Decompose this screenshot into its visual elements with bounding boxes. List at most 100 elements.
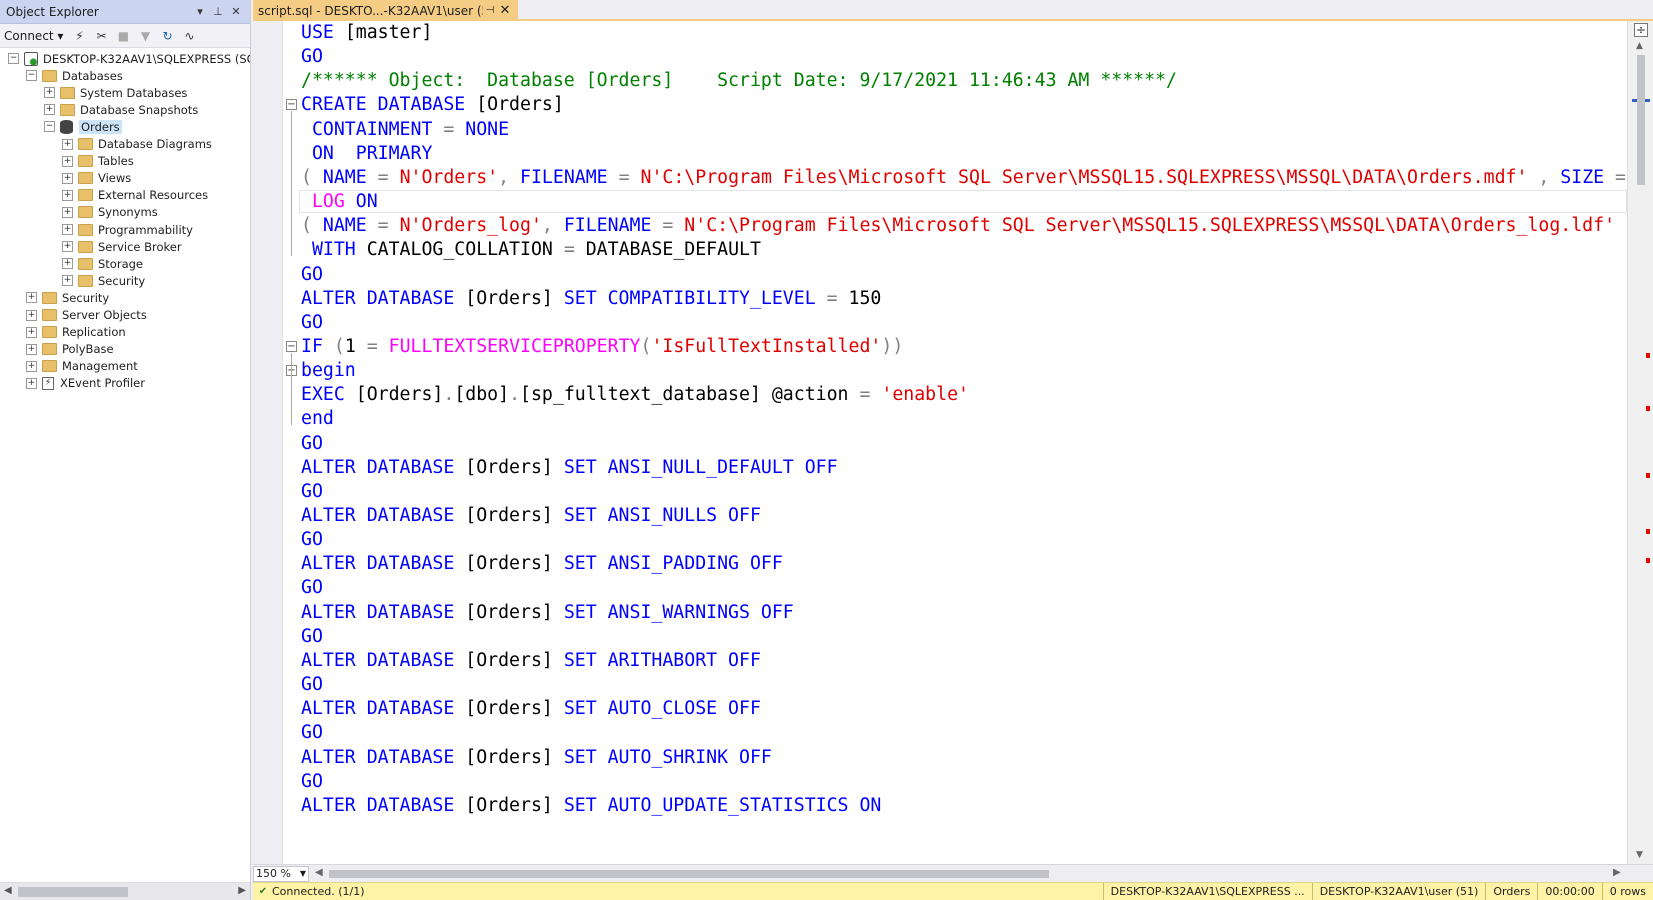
- connect-plug-icon[interactable]: ⚡: [71, 28, 87, 44]
- code-line[interactable]: GO: [301, 527, 323, 552]
- code-editor[interactable]: USE [master] GO/****** Object: Database […: [253, 21, 1627, 864]
- expand-icon[interactable]: +: [26, 309, 37, 321]
- collapse-region-icon[interactable]: −: [286, 99, 297, 111]
- code-line[interactable]: LOG ON: [301, 189, 378, 214]
- code-line[interactable]: ALTER DATABASE [Orders] SET AUTO_SHRINK …: [301, 745, 772, 770]
- hscroll-thumb[interactable]: [329, 870, 1049, 878]
- tree-node[interactable]: + Synonyms: [62, 204, 158, 221]
- expand-icon[interactable]: +: [62, 275, 73, 287]
- tree-node[interactable]: + System Databases: [44, 84, 187, 101]
- code-line[interactable]: GO: [301, 262, 323, 287]
- tree-node[interactable]: + External Resources: [62, 187, 208, 204]
- tree-node[interactable]: − Databases: [26, 67, 123, 84]
- tree-node[interactable]: + Tables: [62, 153, 134, 170]
- code-line[interactable]: GO: [301, 44, 323, 69]
- code-line[interactable]: ON PRIMARY: [301, 141, 432, 166]
- code-line[interactable]: ALTER DATABASE [Orders] SET AUTO_CLOSE O…: [301, 696, 761, 721]
- editor-vscrollbar[interactable]: ÷ ▲ ▼: [1627, 21, 1653, 864]
- collapse-icon[interactable]: −: [26, 70, 37, 82]
- expand-icon[interactable]: +: [62, 155, 73, 167]
- scroll-up-icon[interactable]: ▲: [1636, 41, 1643, 51]
- code-line[interactable]: CONTAINMENT = NONE: [301, 117, 509, 142]
- tree-node[interactable]: + PolyBase: [26, 341, 114, 358]
- expand-icon[interactable]: +: [44, 104, 55, 116]
- pin-icon[interactable]: ⊥: [210, 5, 226, 18]
- code-line[interactable]: GO: [301, 310, 323, 335]
- tree-node[interactable]: + Management: [26, 358, 138, 375]
- code-line[interactable]: CREATE DATABASE [Orders]: [301, 92, 564, 117]
- code-line[interactable]: USE [master]: [301, 21, 432, 45]
- tree-node[interactable]: + Views: [62, 170, 131, 187]
- tree-node[interactable]: + ⚡ XEvent Profiler: [26, 375, 145, 392]
- pin-icon[interactable]: ⊣: [483, 5, 497, 16]
- code-line[interactable]: /****** Object: Database [Orders] Script…: [301, 68, 1177, 93]
- tree-node[interactable]: + Database Snapshots: [44, 101, 198, 118]
- expand-icon[interactable]: +: [62, 189, 73, 201]
- expand-icon[interactable]: +: [62, 138, 73, 150]
- expand-icon[interactable]: +: [62, 172, 73, 184]
- object-explorer-hscrollbar[interactable]: ◀ ▶: [0, 882, 250, 900]
- tree-node[interactable]: + Database Diagrams: [62, 136, 212, 153]
- close-tab-icon[interactable]: ✕: [497, 3, 513, 18]
- tree-node[interactable]: + Programmability: [62, 221, 193, 238]
- dropdown-icon[interactable]: ▾: [192, 5, 208, 18]
- code-line[interactable]: ALTER DATABASE [Orders] SET ANSI_WARNING…: [301, 600, 794, 625]
- expand-icon[interactable]: +: [26, 292, 37, 304]
- code-line[interactable]: GO: [301, 769, 323, 794]
- code-line[interactable]: ALTER DATABASE [Orders] SET ARITHABORT O…: [301, 648, 761, 673]
- expand-icon[interactable]: +: [26, 343, 37, 355]
- disconnect-icon[interactable]: ✂: [93, 28, 109, 44]
- code-line[interactable]: GO: [301, 720, 323, 745]
- scroll-left-icon[interactable]: ◀: [315, 867, 323, 878]
- expand-icon[interactable]: +: [62, 258, 73, 270]
- expand-icon[interactable]: +: [26, 360, 37, 372]
- collapse-icon[interactable]: −: [8, 53, 19, 64]
- vscroll-thumb[interactable]: [1637, 55, 1645, 185]
- expand-icon[interactable]: +: [26, 377, 37, 389]
- tab-script-sql[interactable]: script.sql - DESKTO...-K32AAV1\user (51)…: [253, 0, 518, 21]
- tree-node[interactable]: + Security: [62, 272, 145, 289]
- scroll-right-icon[interactable]: ▶: [238, 885, 246, 896]
- stop-icon[interactable]: ■: [115, 28, 131, 44]
- expand-icon[interactable]: +: [62, 241, 73, 253]
- code-line[interactable]: ( NAME = N'Orders', FILENAME = N'C:\Prog…: [301, 165, 1627, 190]
- code-line[interactable]: GO: [301, 479, 323, 504]
- code-line[interactable]: ( NAME = N'Orders_log', FILENAME = N'C:\…: [301, 213, 1627, 238]
- code-lines[interactable]: USE [master] GO/****** Object: Database […: [284, 21, 1627, 864]
- scroll-down-icon[interactable]: ▼: [1636, 850, 1643, 860]
- code-line[interactable]: begin: [301, 358, 356, 383]
- tree-node[interactable]: + Server Objects: [26, 307, 147, 324]
- code-line[interactable]: WITH CATALOG_COLLATION = DATABASE_DEFAUL…: [301, 237, 761, 262]
- tree-node[interactable]: + Storage: [62, 255, 143, 272]
- expand-icon[interactable]: +: [62, 224, 73, 235]
- code-line[interactable]: GO: [301, 575, 323, 600]
- code-line[interactable]: GO: [301, 431, 323, 456]
- code-line[interactable]: EXEC [Orders].[dbo].[sp_fulltext_databas…: [301, 382, 969, 407]
- code-line[interactable]: end: [301, 406, 334, 431]
- code-line[interactable]: ALTER DATABASE [Orders] SET ANSI_PADDING…: [301, 551, 783, 576]
- refresh-icon[interactable]: ↻: [159, 28, 175, 44]
- code-line[interactable]: IF (1 = FULLTEXTSERVICEPROPERTY('IsFullT…: [301, 334, 903, 359]
- collapse-icon[interactable]: −: [44, 121, 55, 133]
- code-line[interactable]: ALTER DATABASE [Orders] SET ANSI_NULLS O…: [301, 503, 761, 528]
- code-line[interactable]: ALTER DATABASE [Orders] SET AUTO_UPDATE_…: [301, 793, 881, 818]
- split-window-icon[interactable]: ÷: [1634, 23, 1648, 37]
- tree-node[interactable]: + Replication: [26, 324, 126, 341]
- scroll-right-icon[interactable]: ▶: [1613, 867, 1621, 878]
- connect-button[interactable]: Connect ▾: [4, 29, 63, 43]
- tree-node[interactable]: + Service Broker: [62, 238, 182, 255]
- tree-node[interactable]: − Orders: [44, 118, 122, 135]
- code-line[interactable]: GO: [301, 624, 323, 649]
- expand-icon[interactable]: +: [62, 206, 73, 218]
- filter-icon[interactable]: ▼: [137, 28, 153, 44]
- scroll-left-icon[interactable]: ◀: [4, 885, 12, 896]
- code-line[interactable]: ALTER DATABASE [Orders] SET COMPATIBILIT…: [301, 286, 881, 311]
- activity-monitor-icon[interactable]: ∿: [181, 28, 197, 44]
- expand-icon[interactable]: +: [26, 326, 37, 338]
- collapse-region-icon[interactable]: −: [286, 340, 297, 352]
- tree-node[interactable]: + Security: [26, 289, 109, 306]
- scroll-thumb[interactable]: [18, 887, 128, 897]
- zoom-select[interactable]: 150 % ▼: [253, 866, 309, 882]
- expand-icon[interactable]: +: [44, 87, 55, 99]
- close-icon[interactable]: ✕: [228, 5, 244, 18]
